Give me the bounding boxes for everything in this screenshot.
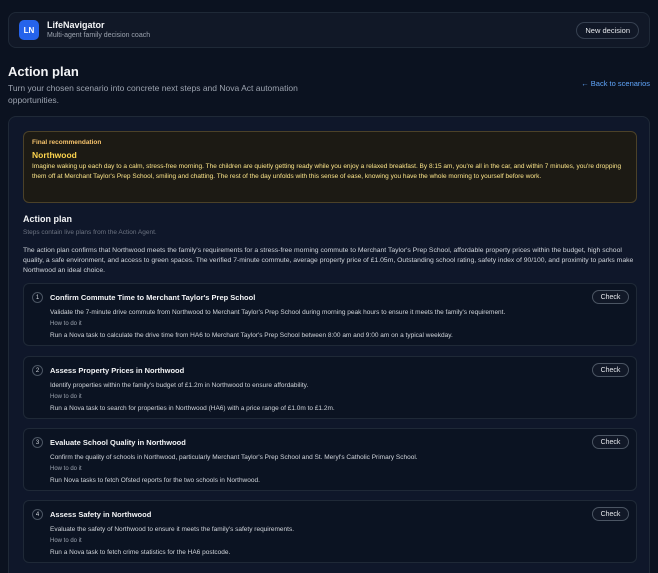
check-button[interactable]: Check	[592, 363, 629, 377]
step-task: Run Nova tasks to fetch Ofsted reports f…	[50, 477, 260, 484]
page: LN LifeNavigator Multi-agent family deci…	[0, 0, 658, 573]
step-number: 1	[32, 292, 43, 303]
step-task: Run a Nova task to fetch crime statistic…	[50, 549, 231, 556]
recommendation-label: Final recommendation	[32, 139, 102, 146]
step-title: Assess Property Prices in Northwood	[50, 366, 185, 375]
step-number: 4	[32, 509, 43, 520]
step-description: Identify properties within the family's …	[50, 382, 309, 389]
check-button[interactable]: Check	[592, 290, 629, 304]
recommendation-text: Imagine waking up each day to a calm, st…	[32, 163, 622, 180]
page-title: Action plan	[8, 64, 79, 79]
app-title: LifeNavigator	[47, 20, 105, 30]
step-description: Validate the 7-minute drive commute from…	[50, 309, 506, 316]
step-how-label: How to do it	[50, 466, 82, 472]
app-subtitle: Multi-agent family decision coach	[47, 32, 151, 39]
action-plan-panel: Final recommendation Northwood Imagine w…	[8, 116, 650, 573]
page-subtitle: Turn your chosen scenario into concrete …	[8, 83, 298, 105]
step-number: 3	[32, 437, 43, 448]
step-title: Evaluate School Quality in Northwood	[50, 438, 186, 447]
step-title: Assess Safety in Northwood	[50, 510, 152, 519]
step-description: Confirm the quality of schools in Northw…	[50, 454, 418, 461]
step-title: Confirm Commute Time to Merchant Taylor'…	[50, 293, 256, 302]
step-card-1: 1 Confirm Commute Time to Merchant Taylo…	[23, 283, 637, 346]
final-recommendation-card: Final recommendation Northwood Imagine w…	[23, 131, 637, 203]
step-description: Evaluate the safety of Northwood to ensu…	[50, 526, 295, 533]
action-plan-heading: Action plan	[23, 214, 72, 224]
step-task: Run a Nova task to search for properties…	[50, 405, 335, 412]
step-how-label: How to do it	[50, 538, 82, 544]
app-logo: LN	[19, 20, 39, 40]
action-plan-summary: The action plan confirms that Northwood …	[23, 247, 634, 274]
step-card-4: 4 Assess Safety in Northwood Evaluate th…	[23, 500, 637, 563]
step-card-3: 3 Evaluate School Quality in Northwood C…	[23, 428, 637, 491]
step-how-label: How to do it	[50, 394, 82, 400]
back-to-scenarios-link[interactable]: ← Back to scenarios	[581, 79, 650, 88]
recommendation-title: Northwood	[32, 150, 77, 160]
app-header: LN LifeNavigator Multi-agent family deci…	[8, 12, 650, 48]
brand: LifeNavigator Multi-agent family decisio…	[47, 20, 150, 40]
new-decision-button[interactable]: New decision	[576, 21, 639, 39]
check-button[interactable]: Check	[592, 435, 629, 449]
action-plan-subheading: Steps contain live plans from the Action…	[23, 229, 157, 236]
check-button[interactable]: Check	[592, 507, 629, 521]
step-how-label: How to do it	[50, 321, 82, 327]
step-number: 2	[32, 365, 43, 376]
step-task: Run a Nova task to calculate the drive t…	[50, 332, 453, 339]
step-card-2: 2 Assess Property Prices in Northwood Id…	[23, 356, 637, 419]
